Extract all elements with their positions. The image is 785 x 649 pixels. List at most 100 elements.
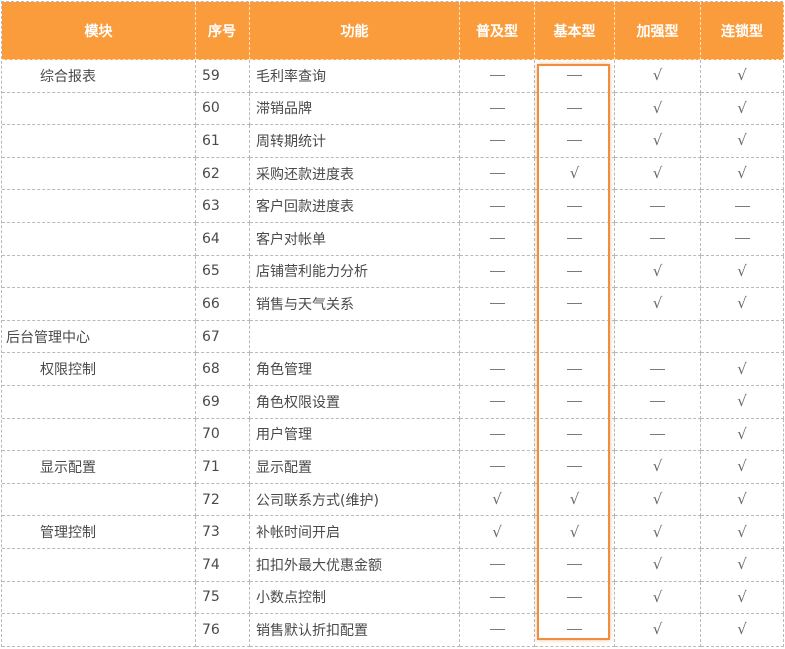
check-icon: √ <box>535 516 615 549</box>
dash-icon <box>535 190 615 223</box>
function-cell: 角色权限设置 <box>250 385 460 419</box>
dash-icon <box>615 353 701 386</box>
function-cell <box>250 320 460 354</box>
dash-icon <box>615 385 701 419</box>
module-cell <box>2 548 196 582</box>
module-cell: 管理控制 <box>2 516 196 549</box>
dash-icon <box>535 125 615 158</box>
function-cell: 周转期统计 <box>250 125 460 158</box>
number-cell: 63 <box>196 190 250 223</box>
function-cell: 小数点控制 <box>250 581 460 615</box>
module-cell <box>2 125 196 158</box>
check-icon: √ <box>615 60 701 93</box>
function-cell: 用户管理 <box>250 418 460 452</box>
function-cell: 客户对帐单 <box>250 222 460 256</box>
number-cell: 61 <box>196 125 250 158</box>
check-icon: √ <box>615 483 701 517</box>
number-cell: 70 <box>196 418 250 452</box>
module-cell <box>2 92 196 126</box>
function-cell: 扣扣外最大优惠金额 <box>250 548 460 582</box>
dash-icon <box>460 353 535 386</box>
number-cell: 72 <box>196 483 250 517</box>
function-cell: 店铺营利能力分析 <box>250 255 460 289</box>
check-icon: √ <box>460 516 535 549</box>
check-icon: √ <box>701 157 784 191</box>
dash-icon <box>460 614 535 647</box>
dash-icon <box>615 418 701 452</box>
dash-icon <box>460 222 535 256</box>
dash-icon <box>535 548 615 582</box>
number-cell: 64 <box>196 222 250 256</box>
check-icon: √ <box>615 451 701 484</box>
number-cell: 65 <box>196 255 250 289</box>
check-icon: √ <box>615 548 701 582</box>
check-icon: √ <box>615 92 701 126</box>
check-icon: √ <box>460 483 535 517</box>
function-cell: 采购还款进度表 <box>250 157 460 191</box>
function-cell: 销售与天气关系 <box>250 288 460 321</box>
number-cell: 68 <box>196 353 250 386</box>
dash-icon <box>535 92 615 126</box>
header-module: 模块 <box>2 2 196 60</box>
number-cell: 71 <box>196 451 250 484</box>
dash-icon <box>460 157 535 191</box>
check-icon: √ <box>701 548 784 582</box>
check-icon: √ <box>701 92 784 126</box>
dash-icon <box>615 190 701 223</box>
function-cell: 显示配置 <box>250 451 460 484</box>
header-chain: 连锁型 <box>701 2 784 60</box>
dash-icon <box>460 125 535 158</box>
check-icon: √ <box>615 288 701 321</box>
check-icon: √ <box>701 451 784 484</box>
check-icon: √ <box>615 157 701 191</box>
module-cell <box>2 581 196 615</box>
check-icon: √ <box>701 614 784 647</box>
dash-icon <box>535 581 615 615</box>
dash-icon <box>701 222 784 256</box>
header-number: 序号 <box>196 2 250 60</box>
empty-cell <box>615 320 701 354</box>
module-cell: 权限控制 <box>2 353 196 386</box>
empty-cell <box>535 320 615 354</box>
check-icon: √ <box>615 516 701 549</box>
dash-icon <box>460 190 535 223</box>
function-cell: 毛利率查询 <box>250 60 460 93</box>
check-icon: √ <box>615 581 701 615</box>
dash-icon <box>460 385 535 419</box>
function-cell: 补帐时间开启 <box>250 516 460 549</box>
dash-icon <box>535 60 615 93</box>
header-function: 功能 <box>250 2 460 60</box>
module-cell <box>2 157 196 191</box>
function-cell: 角色管理 <box>250 353 460 386</box>
dash-icon <box>460 548 535 582</box>
dash-icon <box>535 451 615 484</box>
dash-icon <box>535 418 615 452</box>
module-cell: 后台管理中心 <box>2 320 196 354</box>
number-cell: 62 <box>196 157 250 191</box>
dash-icon <box>460 451 535 484</box>
number-cell: 67 <box>196 320 250 354</box>
dash-icon <box>535 353 615 386</box>
number-cell: 69 <box>196 385 250 419</box>
dash-icon <box>535 288 615 321</box>
check-icon: √ <box>701 353 784 386</box>
check-icon: √ <box>701 516 784 549</box>
dash-icon <box>460 418 535 452</box>
number-cell: 59 <box>196 60 250 93</box>
dash-icon <box>460 255 535 289</box>
module-cell <box>2 418 196 452</box>
check-icon: √ <box>701 418 784 452</box>
check-icon: √ <box>701 255 784 289</box>
dash-icon <box>460 288 535 321</box>
dash-icon <box>460 60 535 93</box>
module-cell: 显示配置 <box>2 451 196 484</box>
function-cell: 滞销品牌 <box>250 92 460 126</box>
check-icon: √ <box>701 581 784 615</box>
header-enhanced: 加强型 <box>615 2 701 60</box>
dash-icon <box>460 581 535 615</box>
number-cell: 73 <box>196 516 250 549</box>
module-cell <box>2 190 196 223</box>
function-cell: 公司联系方式(维护) <box>250 483 460 517</box>
number-cell: 75 <box>196 581 250 615</box>
module-cell <box>2 385 196 419</box>
